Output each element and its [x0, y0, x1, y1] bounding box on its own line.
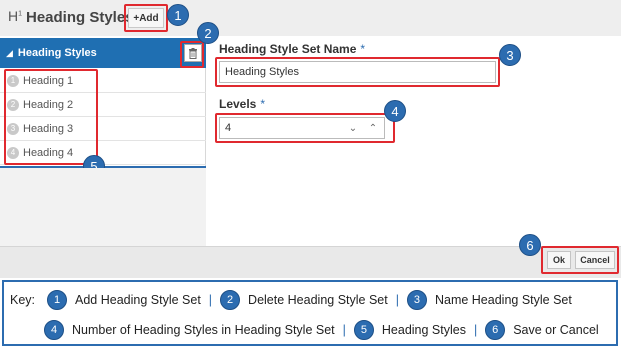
callout-box-levels: [215, 113, 395, 143]
callout-badge-6: 6: [519, 234, 541, 256]
key-row-2: 4 Number of Heading Styles in Heading St…: [44, 320, 599, 340]
key-text-6: Save or Cancel: [513, 323, 599, 337]
group-title: Heading Styles: [17, 47, 97, 59]
key-text-2: Delete Heading Style Set: [248, 293, 388, 307]
key-text-5: Heading Styles: [381, 323, 466, 337]
callout-badge-2: 2: [197, 22, 219, 44]
callout-box-footer: [541, 246, 619, 274]
key-separator: |: [208, 293, 213, 307]
required-marker: *: [360, 42, 366, 56]
callout-box-name: [215, 57, 500, 87]
key-row-1: Key: 1 Add Heading Style Set | 2 Delete …: [10, 290, 572, 310]
callout-box-delete: [180, 41, 204, 68]
key-badge-5: 5: [353, 320, 374, 340]
heading-icon: H1: [8, 8, 23, 24]
key-text-4: Number of Heading Styles in Heading Styl…: [72, 323, 335, 337]
key-separator: |: [473, 323, 478, 337]
heading-styles-group-header[interactable]: ◢ Heading Styles: [0, 38, 206, 68]
callout-badge-4: 4: [384, 100, 406, 122]
callout-badge-1: 1: [167, 4, 189, 26]
key-text-1: Add Heading Style Set: [75, 293, 201, 307]
key-badge-2: 2: [220, 290, 241, 310]
panel-empty-area: [0, 168, 206, 246]
name-field-label: Heading Style Set Name *: [219, 42, 366, 56]
key-badge-6: 6: [485, 320, 506, 340]
levels-field-label: Levels *: [219, 97, 266, 111]
key-legend: Key: 1 Add Heading Style Set | 2 Delete …: [2, 280, 618, 346]
key-separator: |: [395, 293, 399, 307]
collapse-triangle-icon[interactable]: ◢: [6, 48, 13, 59]
key-separator: |: [342, 323, 346, 337]
key-badge-4: 4: [44, 320, 64, 340]
key-badge-3: 3: [406, 290, 427, 310]
callout-badge-3: 3: [499, 44, 521, 66]
callout-box-heading-styles: [4, 69, 98, 165]
key-badge-1: 1: [47, 290, 68, 310]
key-prefix: Key:: [10, 293, 36, 307]
required-marker: *: [260, 97, 266, 111]
key-text-3: Name Heading Style Set: [434, 293, 572, 307]
page-title: Heading Styles: [26, 9, 134, 26]
callout-box-add: [124, 4, 168, 32]
